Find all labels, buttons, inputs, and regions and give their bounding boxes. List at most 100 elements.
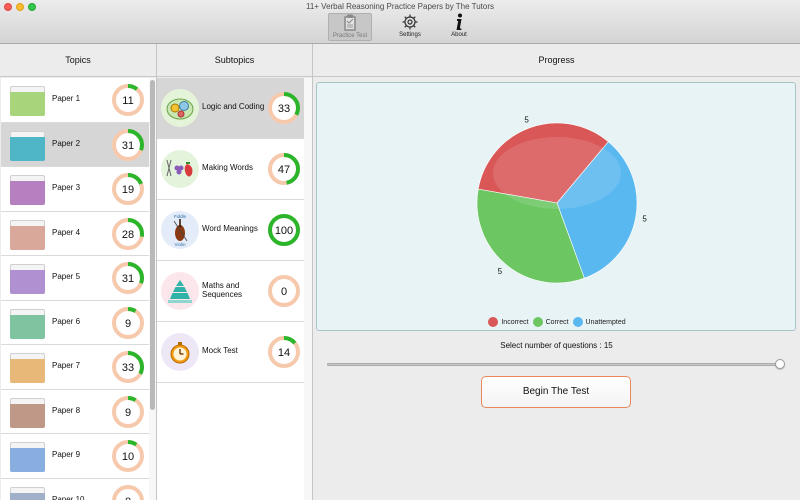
topic-row[interactable]: Paper 5 31 <box>1 256 149 301</box>
gears-head-icon <box>161 89 199 127</box>
question-count-label: Select number of questions : 15 <box>500 341 613 350</box>
settings-tool-button[interactable]: Settings <box>388 13 432 41</box>
info-icon <box>456 13 462 30</box>
window-title: 11+ Verbal Reasoning Practice Papers by … <box>305 2 495 11</box>
subtopics-list: Logic and Coding 33 Making Words 47 Fiddle Vi… <box>157 78 304 500</box>
fiddle-caption: Fiddle <box>174 214 187 219</box>
ring-score: 11 <box>122 95 133 107</box>
pie-slice-label: 5 <box>524 115 529 124</box>
pie-gloss <box>493 137 621 209</box>
topic-label: Paper 2 <box>52 138 81 148</box>
legend-item: Unattempted <box>572 317 626 327</box>
folder-icon <box>10 308 45 339</box>
legend-label: Unattempted <box>585 318 626 326</box>
progress-column-header: Progress <box>313 44 800 77</box>
folder-icon <box>10 264 45 294</box>
about-tool-button[interactable]: About <box>437 13 481 41</box>
pyramid-icon <box>161 272 199 310</box>
subtopics-scrollbar[interactable] <box>304 78 312 500</box>
legend-swatch <box>572 317 583 327</box>
topic-label: Paper 5 <box>52 272 81 281</box>
progress-ring: 0 <box>267 274 301 308</box>
topic-row[interactable]: Paper 10 0 <box>1 479 149 500</box>
subtopic-label: Making Words <box>202 163 253 172</box>
folder-icon <box>10 219 45 250</box>
question-count-slider-knob[interactable] <box>775 359 785 369</box>
topic-label: Paper 9 <box>52 450 81 459</box>
question-count-slider[interactable] <box>327 363 782 366</box>
topic-row[interactable]: Paper 4 28 <box>1 212 149 256</box>
folder-icon <box>10 442 45 472</box>
topics-scrollbar[interactable] <box>149 78 156 500</box>
title-bar: 11+ Verbal Reasoning Practice Papers by … <box>0 0 800 44</box>
subtopic-label: Word Meanings <box>202 224 258 233</box>
chart-legend: Incorrect Correct Unattempted <box>317 317 797 327</box>
practice-test-label: Practice Test <box>332 33 368 39</box>
legend-label: Incorrect <box>501 318 529 326</box>
progress-ring: 47 <box>267 152 301 186</box>
progress-ring: 100 <box>267 213 301 247</box>
subtopics-column-header: Subtopics <box>157 44 312 77</box>
ring-score: 19 <box>122 184 134 196</box>
folder-icon <box>10 486 45 500</box>
progress-ring: 28 <box>111 217 145 251</box>
topic-row[interactable]: Paper 8 9 <box>1 390 149 434</box>
ring-score: 31 <box>122 273 134 285</box>
subtopic-row[interactable]: Fiddle Violin Word Meanings 100 <box>157 200 304 261</box>
subtopic-label: Mock Test <box>202 346 238 355</box>
progress-chart: 5 5 5 Incorrect Correct Unattempted <box>316 82 796 331</box>
topic-label: Paper 8 <box>52 405 81 415</box>
topics-list: Paper 1 11 Paper 2 31 Paper 3 19 Paper 4 28 Pape… <box>1 78 149 500</box>
ring-score: 28 <box>122 229 134 241</box>
topic-label: Paper 6 <box>52 316 81 326</box>
violin-fiddle-icon: Fiddle Violin <box>161 211 199 249</box>
column-divider <box>312 44 313 500</box>
stopwatch-icon <box>161 333 199 371</box>
legend-item: Correct <box>532 317 569 327</box>
topic-row[interactable]: Paper 9 10 <box>1 434 149 479</box>
subtopic-row[interactable]: Making Words 47 <box>157 139 304 200</box>
pie-slice-label: 5 <box>498 267 503 276</box>
topic-row[interactable]: Paper 3 19 <box>1 167 149 212</box>
progress-ring: 9 <box>111 395 145 429</box>
gear-icon <box>402 14 418 30</box>
topic-label: Paper 10 <box>52 494 85 500</box>
settings-label: Settings <box>399 32 421 38</box>
legend-swatch <box>532 317 543 327</box>
topic-row[interactable]: Paper 1 11 <box>1 78 149 123</box>
folder-icon <box>10 397 45 428</box>
folder-icon <box>10 175 45 205</box>
topic-row[interactable]: Paper 7 33 <box>1 345 149 390</box>
progress-ring: 9 <box>111 306 145 340</box>
progress-ring: 31 <box>111 261 145 295</box>
subtopic-row[interactable]: Logic and Coding 33 <box>157 78 304 139</box>
practice-test-tool-button[interactable]: Practice Test <box>328 13 372 41</box>
subtopic-label: Maths and Sequences <box>202 281 243 299</box>
folder-icon <box>10 353 45 383</box>
progress-ring: 33 <box>111 350 145 384</box>
topic-row[interactable]: Paper 2 31 <box>1 122 149 167</box>
folder-icon <box>10 86 45 116</box>
ring-score: 10 <box>122 451 134 463</box>
subtopic-row[interactable]: Mock Test 14 <box>157 322 304 383</box>
begin-test-button[interactable]: Begin The Test <box>481 376 631 408</box>
topics-scrollbar-thumb[interactable] <box>150 80 155 410</box>
progress-ring: 0 <box>111 484 145 500</box>
progress-ring: 11 <box>111 83 145 117</box>
folder-icon <box>10 130 45 161</box>
violin-caption: Violin <box>175 242 186 247</box>
ring-score: 31 <box>122 140 134 152</box>
topics-column-header: Topics <box>0 44 156 77</box>
ring-score: 9 <box>125 407 131 419</box>
topic-row[interactable]: Paper 6 9 <box>1 301 149 345</box>
ring-score: 100 <box>275 225 293 237</box>
progress-ring: 33 <box>267 91 301 125</box>
ring-score: 47 <box>278 164 290 176</box>
ring-score: 14 <box>278 347 290 359</box>
subtopic-row[interactable]: Maths and Sequences 0 <box>157 261 304 322</box>
clipboard-icon <box>344 14 356 31</box>
subtopic-label: Logic and Coding <box>202 102 265 111</box>
legend-label: Correct <box>545 318 569 326</box>
legend-swatch <box>488 317 499 327</box>
about-label: About <box>451 32 467 38</box>
